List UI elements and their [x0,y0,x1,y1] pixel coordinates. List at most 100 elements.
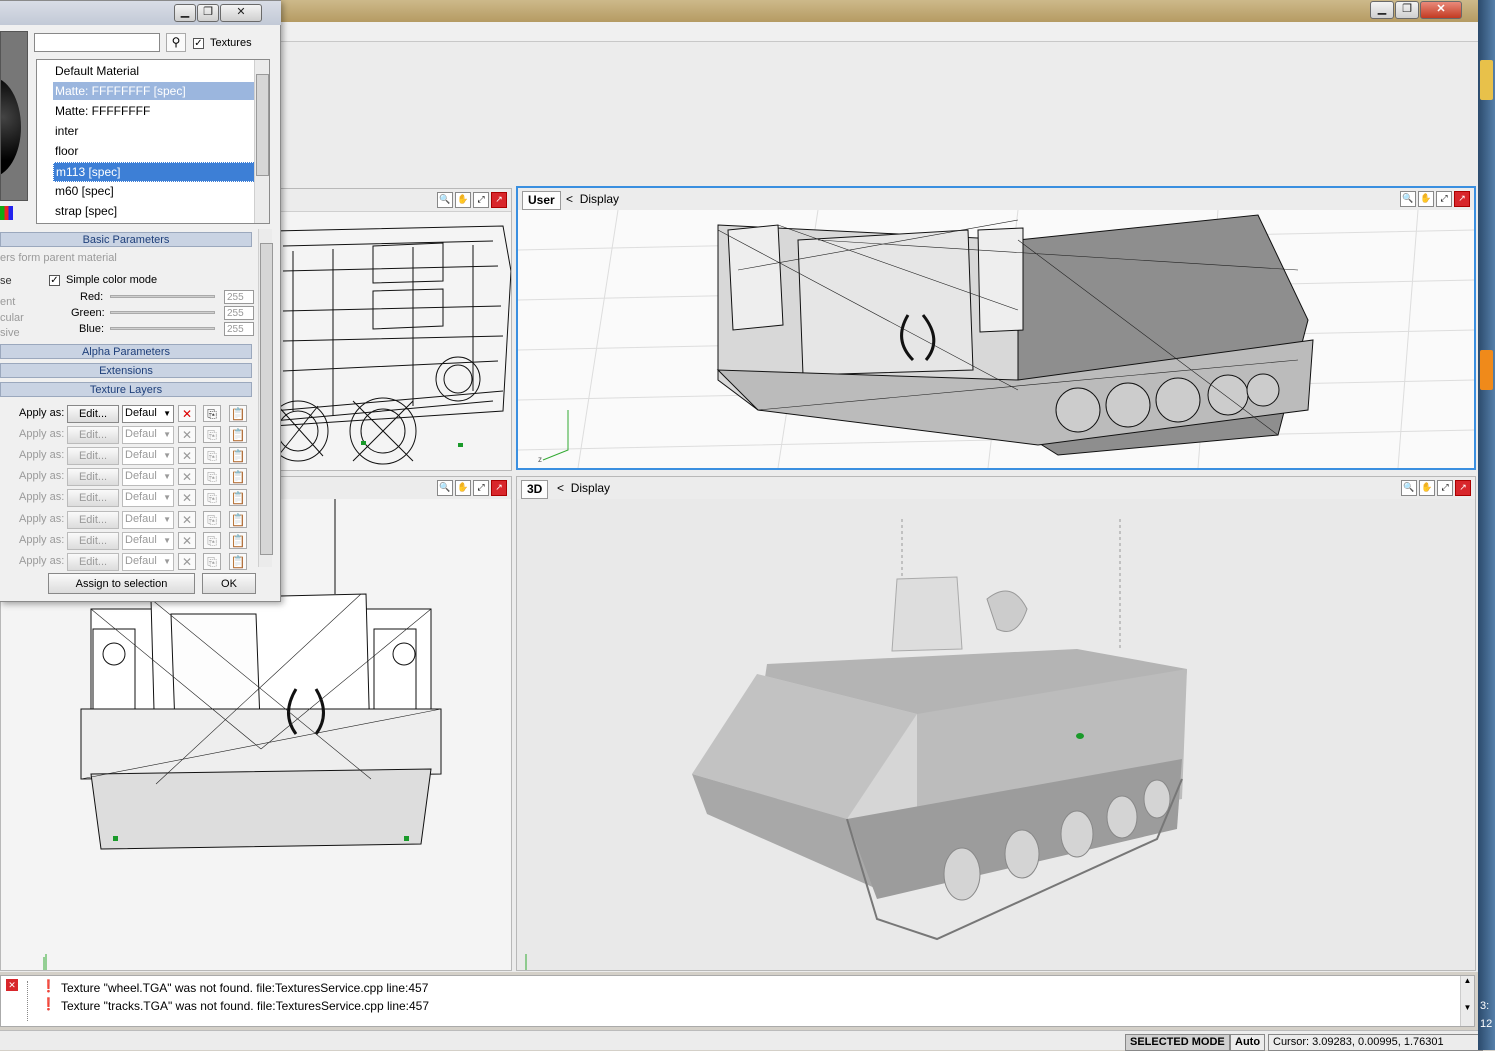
remove-texture-icon[interactable]: ✕ [178,426,196,443]
dialog-maximize-button[interactable]: ❐ [197,4,219,22]
viewport-user[interactable]: User < Display 🔍 ✋ ⤢ ↗ z [516,186,1476,470]
edit-texture-button[interactable]: Edit... [67,532,119,550]
fit-icon[interactable]: ⤢ [1437,480,1453,496]
viewport-display-menu[interactable]: < Display [557,481,610,495]
paste-icon[interactable]: 📋 [229,426,247,443]
close-button[interactable]: ✕ [1420,1,1462,19]
pan-icon[interactable]: ✋ [455,192,471,208]
dialog-close-button[interactable]: ✕ [220,4,262,22]
edit-texture-button[interactable]: Edit... [67,511,119,529]
scroll-thumb[interactable] [256,74,269,176]
section-texture-layers[interactable]: Texture Layers [0,382,252,397]
dialog-minimize-button[interactable]: ▁ [174,4,196,22]
copy-icon[interactable]: ⎘ [203,405,221,422]
minimize-button[interactable]: ▁ [1370,1,1394,19]
viewport-display-menu[interactable]: < Display [566,192,619,206]
material-list[interactable]: Default Material Matte: FFFFFFFF [spec] … [36,59,270,224]
paste-icon[interactable]: 📋 [229,511,247,528]
zoom-icon[interactable]: 🔍 [1400,191,1416,207]
apply-mode-select[interactable]: Defaul ▼ [122,426,174,444]
red-slider[interactable] [110,295,215,298]
paste-icon[interactable]: 📋 [229,489,247,506]
viewport-canvas[interactable] [273,211,511,470]
scroll-thumb[interactable] [260,243,273,555]
copy-icon[interactable]: ⎘ [203,511,221,528]
paste-icon[interactable]: 📋 [229,447,247,464]
copy-icon[interactable]: ⎘ [203,468,221,485]
edit-texture-button[interactable]: Edit... [67,489,119,507]
paste-icon[interactable]: 📋 [229,532,247,549]
paste-icon[interactable]: 📋 [229,468,247,485]
list-item[interactable]: Default Material [53,62,255,80]
remove-texture-icon[interactable]: ✕ [178,489,196,506]
edit-texture-button[interactable]: Edit... [67,468,119,486]
material-search-input[interactable] [34,33,160,52]
section-alpha-parameters[interactable]: Alpha Parameters [0,344,252,359]
fit-icon[interactable]: ⤢ [473,192,489,208]
fit-icon[interactable]: ⤢ [1436,191,1452,207]
edit-texture-button[interactable]: Edit... [67,405,119,423]
list-item[interactable]: Matte: FFFFFFFF [spec] [53,82,255,100]
copy-icon[interactable]: ⎘ [203,532,221,549]
apply-mode-select[interactable]: Defaul ▼ [122,489,174,507]
maximize-button[interactable]: ❐ [1395,1,1419,19]
apply-mode-select[interactable]: Defaul ▼ [122,405,174,423]
zoom-icon[interactable]: 🔍 [437,480,453,496]
color-swatch-icon[interactable] [0,206,13,220]
ok-button[interactable]: OK [202,573,256,594]
folder-icon[interactable] [1480,60,1493,100]
apply-mode-select[interactable]: Defaul ▼ [122,468,174,486]
apply-mode-select[interactable]: Defaul ▼ [122,532,174,550]
material-list-scrollbar[interactable] [254,60,269,223]
section-basic-parameters[interactable]: Basic Parameters [0,232,252,247]
viewport-canvas[interactable]: z [518,209,1474,468]
maximize-viewport-icon[interactable]: ↗ [1454,191,1470,207]
list-item[interactable]: m60 [spec] [53,182,255,200]
auto-indicator[interactable]: Auto [1230,1034,1266,1051]
zoom-icon[interactable]: 🔍 [437,192,453,208]
apply-mode-select[interactable]: Defaul ▼ [122,553,174,571]
blue-slider[interactable] [110,327,215,330]
log-scrollbar[interactable]: ▲ ▼ [1460,976,1474,1026]
apply-mode-select[interactable]: Defaul ▼ [122,447,174,465]
red-value[interactable]: 255 [224,290,254,304]
remove-texture-icon[interactable]: ✕ [178,532,196,549]
edit-texture-button[interactable]: Edit... [67,426,119,444]
copy-icon[interactable]: ⎘ [203,489,221,506]
pan-icon[interactable]: ✋ [1418,191,1434,207]
viewport-mode-tag[interactable]: User [522,191,561,210]
edit-texture-button[interactable]: Edit... [67,447,119,465]
blue-value[interactable]: 255 [224,322,254,336]
green-value[interactable]: 255 [224,306,254,320]
edit-texture-button[interactable]: Edit... [67,553,119,571]
maximize-viewport-icon[interactable]: ↗ [1455,480,1471,496]
paste-icon[interactable]: 📋 [229,405,247,422]
list-item[interactable]: inter [53,122,255,140]
maximize-viewport-icon[interactable]: ↗ [491,192,507,208]
viewport-3d[interactable]: 3D < Display 🔍 ✋ ⤢ ↗ [516,476,1476,971]
close-log-icon[interactable]: ✕ [6,979,18,991]
copy-icon[interactable]: ⎘ [203,553,221,570]
list-item[interactable]: strap [spec] [53,202,255,220]
remove-texture-icon[interactable]: ✕ [178,468,196,485]
remove-texture-icon[interactable]: ✕ [178,553,196,570]
paste-icon[interactable]: 📋 [229,553,247,570]
app-icon[interactable] [1480,350,1493,390]
list-item[interactable]: floor [53,142,255,160]
maximize-viewport-icon[interactable]: ↗ [491,480,507,496]
apply-mode-select[interactable]: Defaul ▼ [122,511,174,529]
viewport-top-left[interactable]: 🔍 ✋ ⤢ ↗ [272,188,512,471]
pan-icon[interactable]: ✋ [1419,480,1435,496]
assign-to-selection-button[interactable]: Assign to selection [48,573,195,594]
zoom-icon[interactable]: 🔍 [1401,480,1417,496]
fit-icon[interactable]: ⤢ [473,480,489,496]
green-slider[interactable] [110,311,215,314]
pan-icon[interactable]: ✋ [455,480,471,496]
viewport-canvas[interactable] [517,499,1475,970]
parameters-scrollbar[interactable] [258,229,273,567]
remove-texture-icon[interactable]: ✕ [178,447,196,464]
remove-texture-icon[interactable]: ✕ [178,511,196,528]
viewport-mode-tag[interactable]: 3D [521,480,549,499]
list-item[interactable]: Matte: FFFFFFFF [53,102,255,120]
remove-texture-icon[interactable]: ✕ [178,405,196,422]
